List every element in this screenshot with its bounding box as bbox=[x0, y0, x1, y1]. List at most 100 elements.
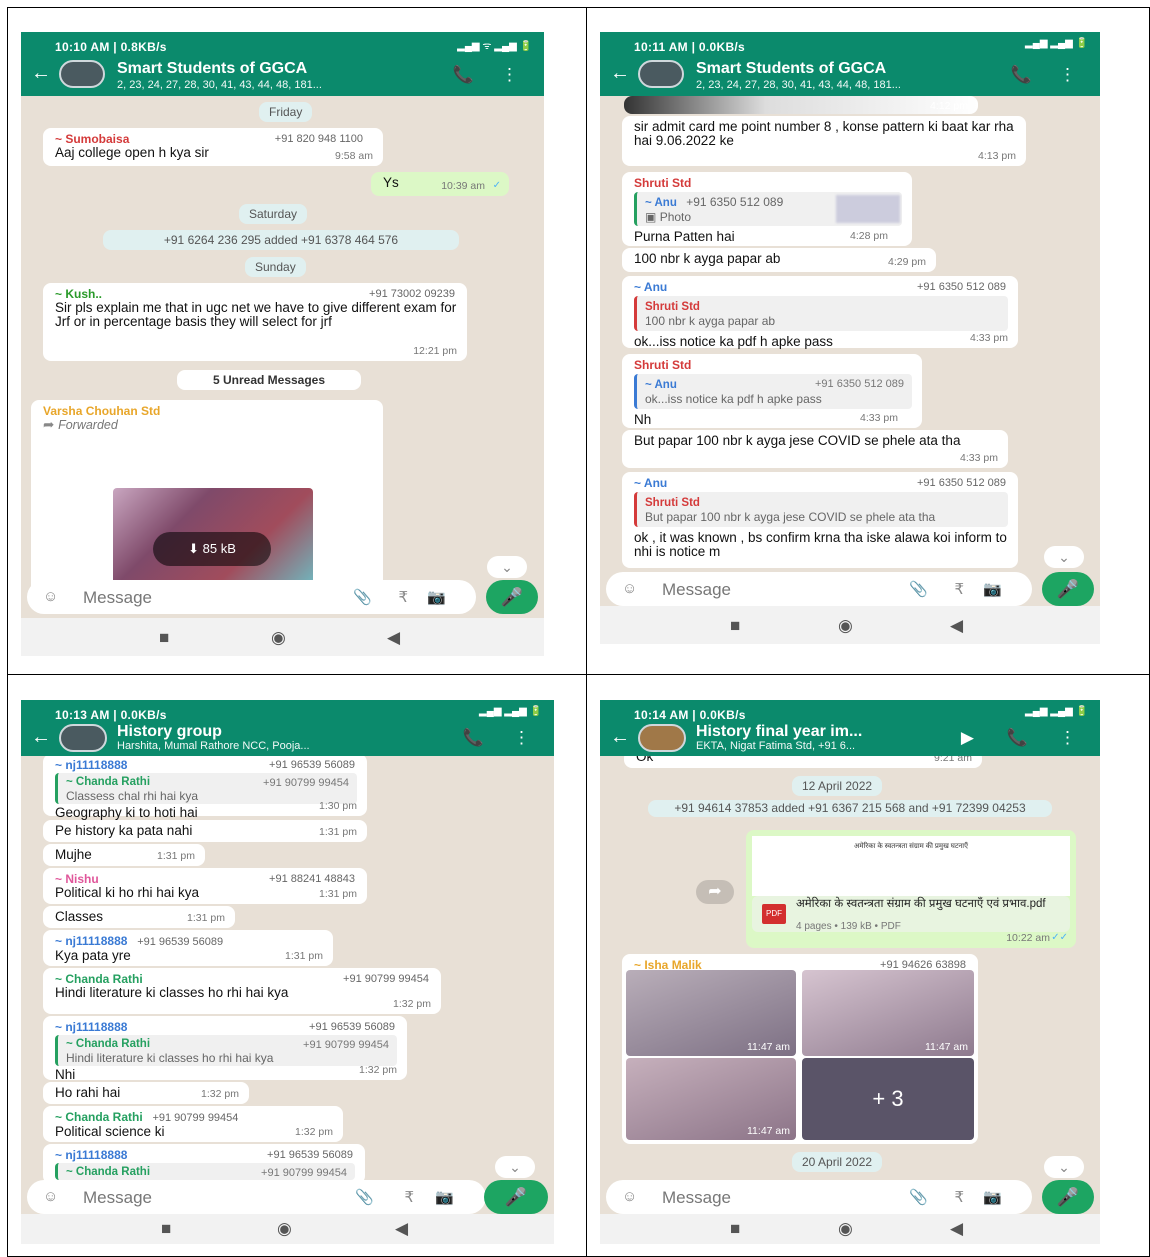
message-bubble[interactable]: 100 nbr k ayga papar ab 4:29 pm bbox=[622, 248, 936, 272]
message-bubble[interactable]: Varsha Chouhan Std ➦ Forwarded ⬇ 85 kB bbox=[31, 400, 383, 590]
forward-icon[interactable]: ➦ bbox=[696, 880, 734, 904]
quoted-message[interactable]: ~ Chanda Rathi +91 90799 99454 bbox=[55, 1163, 355, 1180]
mic-button[interactable]: 🎤 bbox=[1042, 572, 1094, 606]
message-bubble[interactable]: sir admit card me point number 8 , konse… bbox=[622, 116, 1026, 166]
message-input[interactable]: ☺ Message 📎 ₹ 📷 bbox=[606, 572, 1032, 606]
more-menu-icon[interactable]: ⋮ bbox=[1059, 728, 1076, 748]
message-input[interactable]: ☺ Message 📎 ₹ 📷 bbox=[606, 1180, 1032, 1214]
back-icon[interactable]: ◀ bbox=[387, 628, 400, 648]
album-image[interactable]: 11:47 am bbox=[802, 970, 974, 1056]
attach-icon[interactable]: 📎 bbox=[909, 580, 928, 598]
message-bubble[interactable]: Ho rahi hai 1:32 pm bbox=[43, 1082, 249, 1104]
message-bubble[interactable]: ~ Chanda Rathi +91 90799 99454 Hindi lit… bbox=[43, 968, 441, 1014]
group-members[interactable]: EKTA, Nigat Fatima Std, +91 6... bbox=[696, 740, 855, 752]
pdf-message[interactable]: अमेरिका के स्वतन्त्रता संग्राम की प्रमुख… bbox=[746, 830, 1076, 948]
home-icon[interactable]: ◉ bbox=[838, 1219, 853, 1239]
camera-icon[interactable]: 📷 bbox=[983, 580, 1002, 598]
back-icon[interactable]: ◀ bbox=[395, 1219, 408, 1239]
message-bubble[interactable]: Shruti Std ~ Anu +91 6350 512 089 ▣ Phot… bbox=[622, 172, 912, 246]
group-title[interactable]: History group bbox=[117, 723, 222, 741]
message-bubble[interactable]: ~ Kush.. +91 73002 09239 Sir pls explain… bbox=[43, 283, 467, 361]
camera-icon[interactable]: 📷 bbox=[435, 1188, 454, 1206]
message-bubble[interactable]: Shruti Std ~ Anu +91 6350 512 089 ok...i… bbox=[622, 354, 922, 428]
mic-button[interactable]: 🎤 bbox=[1042, 1180, 1094, 1214]
message-bubble[interactable]: But papar 100 nbr k ayga jese COVID se p… bbox=[622, 430, 1008, 468]
rupee-icon[interactable]: ₹ bbox=[398, 588, 408, 606]
rupee-icon[interactable]: ₹ bbox=[404, 1188, 414, 1206]
back-icon[interactable]: ◀ bbox=[950, 1219, 963, 1239]
pdf-preview[interactable]: अमेरिका के स्वतन्त्रता संग्राम की प्रमुख… bbox=[752, 836, 1070, 896]
message-input[interactable]: ☺ Message 📎 ₹ 📷 bbox=[27, 580, 476, 614]
group-members[interactable]: 2, 23, 24, 27, 28, 30, 41, 43, 44, 48, 1… bbox=[696, 79, 901, 91]
message-bubble[interactable]: ~ Nishu +91 88241 48843 Political ki ho … bbox=[43, 868, 367, 904]
message-bubble[interactable]: ~ nj11118888 +91 96539 56089 Kya pata yr… bbox=[43, 930, 333, 966]
emoji-icon[interactable]: ☺ bbox=[43, 588, 58, 605]
message-bubble[interactable]: ~ Sumobaisa +91 820 948 1100 Aaj college… bbox=[43, 128, 383, 166]
message-bubble[interactable]: ~ nj11118888 +91 96539 56089 ~ Chanda Ra… bbox=[43, 1144, 365, 1182]
mic-button[interactable]: 🎤 bbox=[484, 1180, 548, 1214]
recents-icon[interactable]: ■ bbox=[730, 1219, 740, 1239]
group-avatar[interactable] bbox=[59, 60, 105, 88]
album-more-images[interactable]: + 3 bbox=[802, 1058, 974, 1140]
attach-icon[interactable]: 📎 bbox=[355, 1188, 374, 1206]
quoted-message[interactable]: ~ Anu +91 6350 512 089 ▣ Photo bbox=[634, 192, 902, 226]
message-bubble[interactable]: Classes 1:31 pm bbox=[43, 906, 235, 928]
back-arrow-icon[interactable]: ← bbox=[31, 62, 51, 85]
rupee-icon[interactable]: ₹ bbox=[954, 1188, 964, 1206]
quoted-message[interactable]: Shruti Std 100 nbr k ayga papar ab bbox=[634, 296, 1008, 331]
quoted-message[interactable]: ~ Chanda Rathi +91 90799 99454 Classess … bbox=[55, 773, 357, 804]
quoted-message[interactable]: ~ Anu +91 6350 512 089 ok...iss notice k… bbox=[634, 374, 912, 409]
message-bubble[interactable]: ~ Anu +91 6350 512 089 Shruti Std 100 nb… bbox=[622, 276, 1018, 349]
message-bubble[interactable]: ~ nj11118888 +91 96539 56089 ~ Chanda Ra… bbox=[43, 756, 367, 820]
message-bubble[interactable]: Ys 10:39 am ✓ bbox=[371, 172, 509, 196]
message-bubble[interactable]: 4:12 pm bbox=[624, 96, 978, 114]
emoji-icon[interactable]: ☺ bbox=[622, 1188, 637, 1205]
back-arrow-icon[interactable]: ← bbox=[31, 726, 51, 749]
group-avatar[interactable] bbox=[638, 60, 684, 88]
download-button[interactable]: ⬇ 85 kB bbox=[153, 532, 271, 566]
back-arrow-icon[interactable]: ← bbox=[610, 726, 630, 749]
scroll-down-icon[interactable]: ⌄ bbox=[1044, 1156, 1084, 1178]
quoted-message[interactable]: ~ Chanda Rathi +91 90799 99454 Hindi lit… bbox=[55, 1035, 397, 1066]
emoji-icon[interactable]: ☺ bbox=[622, 580, 637, 597]
add-call-icon[interactable]: 📞 bbox=[463, 728, 484, 748]
group-members[interactable]: Harshita, Mumal Rathore NCC, Pooja... bbox=[117, 740, 310, 752]
video-call-icon[interactable]: ▶ bbox=[961, 728, 974, 748]
home-icon[interactable]: ◉ bbox=[838, 616, 853, 636]
camera-icon[interactable]: 📷 bbox=[427, 588, 446, 606]
group-avatar[interactable] bbox=[59, 724, 107, 752]
message-bubble[interactable]: ~ Anu +91 6350 512 089 Shruti Std But pa… bbox=[622, 472, 1018, 568]
album-image[interactable]: 11:47 am bbox=[626, 970, 796, 1056]
home-icon[interactable]: ◉ bbox=[277, 1219, 292, 1239]
message-bubble[interactable]: ~ Chanda Rathi +91 90799 99454 Political… bbox=[43, 1106, 343, 1142]
more-menu-icon[interactable]: ⋮ bbox=[501, 65, 518, 85]
message-bubble[interactable]: ~ nj11118888 +91 96539 56089 ~ Chanda Ra… bbox=[43, 1016, 407, 1082]
voice-call-icon[interactable]: 📞 bbox=[1007, 728, 1028, 748]
quoted-message[interactable]: Shruti Std But papar 100 nbr k ayga jese… bbox=[634, 492, 1008, 527]
more-menu-icon[interactable]: ⋮ bbox=[1059, 65, 1076, 85]
back-icon[interactable]: ◀ bbox=[950, 616, 963, 636]
message-bubble[interactable]: Ok 9:21 am bbox=[624, 756, 982, 768]
recents-icon[interactable]: ■ bbox=[161, 1219, 171, 1239]
recents-icon[interactable]: ■ bbox=[730, 616, 740, 636]
emoji-icon[interactable]: ☺ bbox=[43, 1188, 58, 1205]
add-call-icon[interactable]: 📞 bbox=[1011, 65, 1032, 85]
pdf-file-row[interactable]: PDF अमेरिका के स्वतन्त्रता संग्राम की प्… bbox=[752, 896, 1070, 932]
scroll-down-icon[interactable]: ⌄ bbox=[1044, 546, 1084, 568]
scroll-down-icon[interactable]: ⌄ bbox=[495, 1156, 535, 1178]
mic-button[interactable]: 🎤 bbox=[486, 580, 538, 614]
group-members[interactable]: 2, 23, 24, 27, 28, 30, 41, 43, 44, 48, 1… bbox=[117, 79, 322, 91]
more-menu-icon[interactable]: ⋮ bbox=[513, 728, 530, 748]
group-title[interactable]: Smart Students of GGCA bbox=[696, 60, 886, 78]
group-title[interactable]: Smart Students of GGCA bbox=[117, 60, 307, 78]
message-bubble[interactable]: Pe history ka pata nahi 1:31 pm bbox=[43, 820, 367, 842]
home-icon[interactable]: ◉ bbox=[271, 628, 286, 648]
group-title[interactable]: History final year im... bbox=[696, 723, 862, 741]
message-bubble[interactable]: Mujhe 1:31 pm bbox=[43, 844, 205, 866]
attach-icon[interactable]: 📎 bbox=[353, 588, 372, 606]
album-image[interactable]: 11:47 am bbox=[626, 1058, 796, 1140]
back-arrow-icon[interactable]: ← bbox=[610, 62, 630, 85]
recents-icon[interactable]: ■ bbox=[159, 628, 169, 648]
group-avatar[interactable] bbox=[638, 724, 686, 752]
attach-icon[interactable]: 📎 bbox=[909, 1188, 928, 1206]
